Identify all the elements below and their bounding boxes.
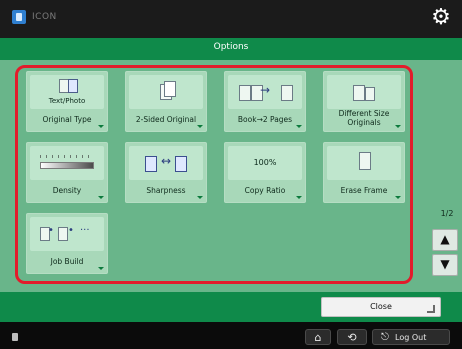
density-icon: [30, 146, 104, 180]
close-corner-icon: [427, 305, 435, 313]
scroll-up-button[interactable]: ▲: [432, 229, 458, 251]
status-monitor-button[interactable]: ⟲: [337, 329, 367, 345]
tile-arrow-icon: [296, 125, 302, 128]
different-size-originals-icon: [327, 75, 401, 109]
home-button[interactable]: ⌂: [305, 329, 331, 345]
logout-icon: ⎋: [381, 332, 389, 343]
logout-button[interactable]: ⎋ Log Out: [372, 329, 450, 345]
tile-2-sided-original[interactable]: 2-Sided Original: [125, 71, 207, 132]
tile-arrow-icon: [395, 125, 401, 128]
tile-arrow-icon: [98, 125, 104, 128]
options-title: Options: [213, 42, 249, 52]
chevron-up-icon: ▲: [440, 232, 450, 246]
tile-arrow-icon: [98, 196, 104, 199]
app-icon: [12, 10, 26, 24]
book-2-pages-label: Book→2 Pages: [237, 115, 293, 124]
density-label: Density: [52, 186, 82, 195]
scroll-down-button[interactable]: ▼: [432, 254, 458, 276]
sharpness-icon: ↔: [129, 146, 203, 180]
tile-density[interactable]: Density: [26, 142, 108, 203]
job-build-label: Job Build: [50, 257, 84, 266]
tile-arrow-icon: [395, 196, 401, 199]
home-icon: ⌂: [314, 331, 322, 344]
tile-original-type[interactable]: Text/Photo Original Type: [26, 71, 108, 132]
gear-icon[interactable]: ⚙: [430, 7, 452, 29]
copy-ratio-label: Copy Ratio: [244, 186, 286, 195]
copy-ratio-icon: 100%: [228, 146, 302, 180]
tile-arrow-icon: [98, 267, 104, 270]
job-build-icon: • • ···: [30, 217, 104, 251]
duplex-icon: [129, 75, 203, 109]
page-indicator: 1/2: [440, 209, 454, 218]
density-ticks: [40, 155, 94, 158]
top-bar: ICON ⚙: [0, 0, 462, 38]
text-photo-value: Text/Photo: [48, 97, 86, 105]
erase-frame-label: Erase Frame: [340, 186, 388, 195]
tile-book-2-pages[interactable]: → Book→2 Pages: [224, 71, 306, 132]
density-gradient-bar: [40, 162, 94, 169]
original-type-label: Original Type: [42, 115, 92, 124]
tile-erase-frame[interactable]: Erase Frame: [323, 142, 405, 203]
erase-frame-icon: [327, 146, 401, 180]
copy-ratio-value: 100%: [253, 158, 277, 167]
lock-icon: [12, 333, 18, 341]
tile-sharpness[interactable]: ↔ Sharpness: [125, 142, 207, 203]
original-type-icon: Text/Photo: [30, 75, 104, 109]
different-size-originals-label: Different Size Originals: [338, 109, 390, 127]
book-to-pages-icon: →: [228, 75, 302, 109]
chevron-down-icon: ▼: [440, 257, 450, 271]
tile-arrow-icon: [296, 196, 302, 199]
logout-label: Log Out: [395, 333, 427, 342]
tile-copy-ratio[interactable]: 100% Copy Ratio: [224, 142, 306, 203]
close-label: Close: [370, 302, 392, 311]
density-slider: [40, 155, 94, 169]
tile-arrow-icon: [197, 196, 203, 199]
tile-job-build[interactable]: • • ··· Job Build: [26, 213, 108, 274]
two-sided-original-label: 2-Sided Original: [135, 115, 197, 124]
sharpness-label: Sharpness: [146, 186, 186, 195]
tile-different-size-originals[interactable]: Different Size Originals: [323, 71, 405, 132]
copy-options-screen: ICON ⚙ Options Text/Photo Original Type …: [0, 0, 462, 349]
close-button[interactable]: Close: [321, 297, 441, 317]
tile-arrow-icon: [197, 125, 203, 128]
options-header: Options: [0, 38, 462, 60]
app-title: ICON: [32, 12, 57, 22]
status-icon: ⟲: [347, 331, 357, 344]
